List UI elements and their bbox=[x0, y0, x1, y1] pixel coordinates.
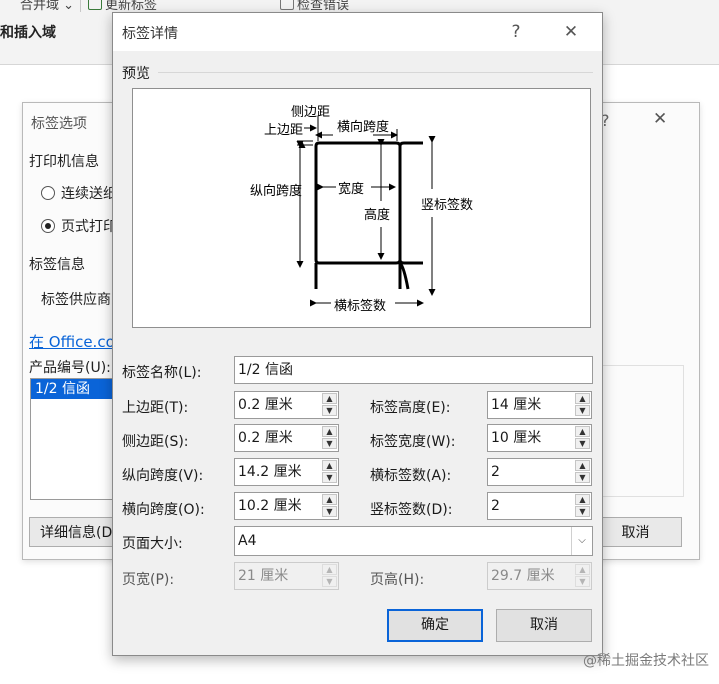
next-label-outline bbox=[398, 141, 423, 147]
continuous-feed-radio[interactable]: 连续送纸 bbox=[41, 183, 117, 203]
page-size-select[interactable]: A4 ⌵ bbox=[234, 526, 593, 556]
number-down-caption: 竖标签数 bbox=[421, 197, 473, 213]
spin-up-icon: ▲ bbox=[322, 564, 337, 575]
check-icon bbox=[280, 0, 294, 10]
label-vendor-label: 标签供应商 bbox=[41, 292, 111, 308]
label-layout-preview: 侧边距 上边距 横向跨度 纵向跨度 宽度 高度 竖标签数 横标签数 bbox=[132, 88, 591, 328]
page-size-label: 页面大小: bbox=[122, 536, 183, 552]
spin-up-icon[interactable]: ▲ bbox=[322, 494, 337, 505]
close-button[interactable]: ✕ bbox=[653, 109, 667, 129]
section-divider bbox=[158, 72, 593, 73]
number-down-spinner[interactable]: 2 ▲ ▼ bbox=[487, 492, 592, 520]
product-number-list[interactable]: 1/2 信函 bbox=[30, 378, 124, 500]
spin-down-icon[interactable]: ▼ bbox=[575, 438, 590, 449]
label-height-spinner[interactable]: 14 厘米 ▲ ▼ bbox=[487, 391, 592, 419]
watermark: @稀土掘金技术社区 bbox=[583, 653, 709, 669]
dialog-title: 标签详情 bbox=[122, 26, 178, 42]
page-width-label: 页宽(P): bbox=[122, 572, 175, 588]
label-width-label: 标签宽度(W): bbox=[370, 434, 456, 450]
spin-up-icon[interactable]: ▲ bbox=[575, 393, 590, 404]
spin-down-icon: ▼ bbox=[575, 576, 590, 587]
chevron-down-icon: ⌄ bbox=[63, 0, 75, 13]
ribbon-group-label: 和插入域 bbox=[0, 25, 56, 41]
spin-down-icon[interactable]: ▼ bbox=[575, 506, 590, 517]
radio-selected-icon bbox=[41, 219, 55, 233]
product-number-label: 产品编号(U): bbox=[29, 360, 111, 376]
side-margin-label: 侧边距(S): bbox=[122, 434, 189, 450]
width-caption: 宽度 bbox=[338, 181, 364, 197]
label-outline-top bbox=[314, 141, 402, 147]
spin-up-icon[interactable]: ▲ bbox=[322, 460, 337, 471]
page-printer-radio[interactable]: 页式打印 bbox=[41, 216, 117, 236]
page-size-value: A4 bbox=[238, 533, 257, 549]
side-margin-caption: 侧边距 bbox=[291, 105, 330, 120]
top-margin-label: 上边距(T): bbox=[122, 400, 189, 416]
preview-label: 预览 bbox=[122, 66, 150, 82]
label-width-spinner[interactable]: 10 厘米 ▲ ▼ bbox=[487, 424, 592, 452]
spin-down-icon[interactable]: ▼ bbox=[322, 405, 337, 416]
spin-up-icon[interactable]: ▲ bbox=[322, 393, 337, 404]
chevron-down-icon[interactable]: ⌵ bbox=[571, 527, 592, 555]
height-caption: 高度 bbox=[364, 207, 390, 223]
vertical-pitch-caption: 纵向跨度 bbox=[250, 183, 302, 199]
printer-info-heading: 打印机信息 bbox=[29, 154, 99, 170]
number-across-label: 横标签数(A): bbox=[370, 468, 452, 484]
horizontal-pitch-label: 横向跨度(O): bbox=[122, 502, 205, 518]
spin-up-icon: ▲ bbox=[575, 564, 590, 575]
close-button[interactable]: ✕ bbox=[558, 19, 584, 45]
ribbon-divider bbox=[80, 0, 81, 12]
ok-button[interactable]: 确定 bbox=[387, 609, 483, 642]
preview-diagram: 侧边距 上边距 横向跨度 纵向跨度 宽度 高度 竖标签数 横标签数 bbox=[250, 105, 473, 314]
spin-up-icon[interactable]: ▲ bbox=[575, 494, 590, 505]
spin-up-icon[interactable]: ▲ bbox=[575, 460, 590, 471]
number-down-label: 竖标签数(D): bbox=[370, 502, 453, 518]
help-button[interactable]: ? bbox=[503, 19, 529, 45]
next-label-outline bbox=[398, 259, 423, 265]
refresh-icon bbox=[88, 0, 102, 10]
spin-down-icon[interactable]: ▼ bbox=[322, 472, 337, 483]
title-bar: 标签详情 ? ✕ bbox=[113, 13, 602, 51]
list-item[interactable]: 1/2 信函 bbox=[31, 379, 123, 399]
cancel-button[interactable]: 取消 bbox=[496, 609, 592, 642]
spin-up-icon[interactable]: ▲ bbox=[575, 426, 590, 437]
spin-down-icon[interactable]: ▼ bbox=[575, 472, 590, 483]
horizontal-pitch-caption: 横向跨度 bbox=[337, 119, 389, 135]
label-name-input[interactable]: 1/2 信函 bbox=[234, 356, 593, 384]
spin-down-icon[interactable]: ▼ bbox=[322, 506, 337, 517]
label-height-label: 标签高度(E): bbox=[370, 400, 451, 416]
label-details-dialog: 标签详情 ? ✕ 预览 侧边距 上边距 横向跨度 纵向跨度 宽度 高度 竖标签数… bbox=[112, 12, 603, 656]
merge-fields-button[interactable]: 合并域 ⌄ bbox=[20, 0, 74, 13]
spin-down-icon: ▼ bbox=[322, 576, 337, 587]
vertical-pitch-spinner[interactable]: 14.2 厘米 ▲ ▼ bbox=[234, 458, 339, 486]
spin-up-icon[interactable]: ▲ bbox=[322, 426, 337, 437]
top-margin-caption: 上边距 bbox=[264, 123, 303, 138]
number-across-caption: 横标签数 bbox=[334, 298, 386, 314]
number-across-spinner[interactable]: 2 ▲ ▼ bbox=[487, 458, 592, 486]
office-link[interactable]: 在 Office.co bbox=[29, 331, 115, 352]
radio-icon bbox=[41, 186, 55, 200]
label-name-label: 标签名称(L): bbox=[122, 365, 202, 381]
side-margin-spinner[interactable]: 0.2 厘米 ▲ ▼ bbox=[234, 424, 339, 452]
dialog-title: 标签选项 bbox=[31, 116, 87, 132]
page-height-label: 页高(H): bbox=[370, 572, 425, 588]
horizontal-pitch-spinner[interactable]: 10.2 厘米 ▲ ▼ bbox=[234, 492, 339, 520]
page-height-spinner: 29.7 厘米 ▲ ▼ bbox=[487, 562, 592, 590]
spin-down-icon[interactable]: ▼ bbox=[575, 405, 590, 416]
page-width-spinner: 21 厘米 ▲ ▼ bbox=[234, 562, 339, 590]
top-margin-spinner[interactable]: 0.2 厘米 ▲ ▼ bbox=[234, 391, 339, 419]
details-button[interactable]: 详细信息(D) bbox=[29, 517, 121, 547]
label-outline bbox=[314, 146, 402, 265]
spin-down-icon[interactable]: ▼ bbox=[322, 438, 337, 449]
label-info-heading: 标签信息 bbox=[29, 257, 85, 273]
vertical-pitch-label: 纵向跨度(V): bbox=[122, 468, 204, 484]
